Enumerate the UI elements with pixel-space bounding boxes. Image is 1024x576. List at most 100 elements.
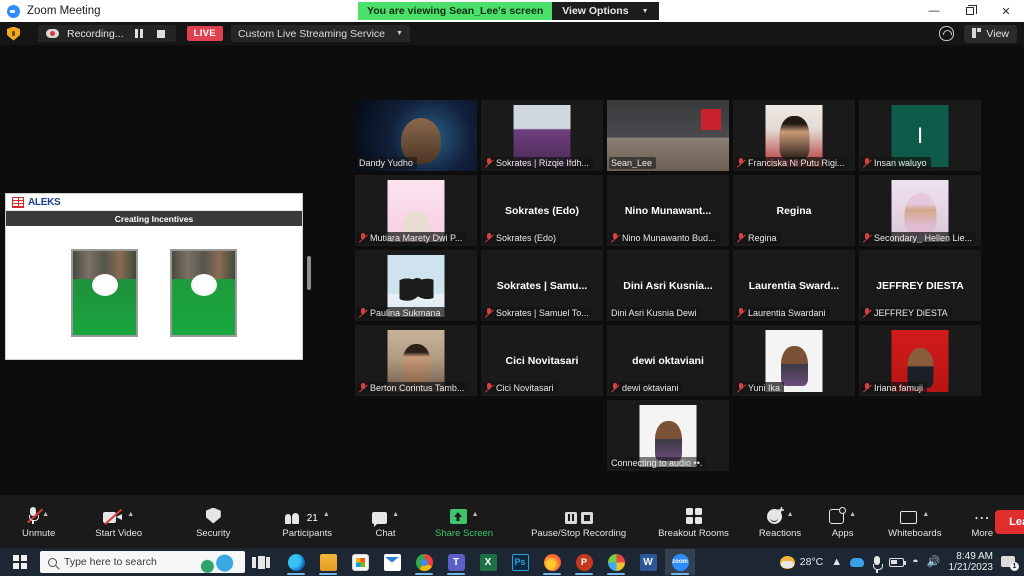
taskbar-app-mail[interactable] bbox=[377, 549, 407, 575]
breakout-rooms-button[interactable]: Breakout Rooms bbox=[656, 505, 731, 539]
participant-name-label: Franciska Ni Putu Rigi... bbox=[735, 157, 849, 169]
view-options-dropdown[interactable]: View Options ▼ bbox=[552, 2, 659, 20]
start-button[interactable] bbox=[0, 555, 40, 569]
live-stream-selector[interactable]: Custom Live Streaming Service ▼ bbox=[230, 25, 410, 42]
participant-name-label: Sean_Lee bbox=[609, 157, 657, 169]
more-button[interactable]: ⋯ More bbox=[969, 505, 995, 539]
maximize-button[interactable] bbox=[952, 0, 988, 22]
taskbar-app-store[interactable] bbox=[345, 549, 375, 575]
apps-button[interactable]: ▲ Apps bbox=[827, 505, 858, 539]
taskbar-app-chrome[interactable] bbox=[409, 549, 439, 575]
participant-tile[interactable]: Sokrates | Rizqie Ifdh... bbox=[481, 100, 603, 171]
taskbar-app-paint[interactable] bbox=[601, 549, 631, 575]
participant-name-label: Regina bbox=[735, 232, 781, 244]
taskbar-app-file-explorer[interactable] bbox=[313, 549, 343, 575]
close-button[interactable]: ✕ bbox=[988, 0, 1024, 22]
whiteboards-chevron-icon[interactable]: ▲ bbox=[922, 511, 929, 518]
participant-name-label: Paulina Sukmana bbox=[357, 307, 445, 319]
minimize-button[interactable]: — bbox=[916, 0, 952, 22]
clock-time: 8:49 AM bbox=[956, 551, 993, 562]
participant-tile[interactable]: Berton Corintus Tamb... bbox=[355, 325, 477, 396]
battery-icon[interactable] bbox=[889, 557, 907, 567]
participant-tile[interactable]: Regina Regina bbox=[733, 175, 855, 246]
paint-icon bbox=[607, 553, 625, 571]
participant-tile[interactable]: Franciska Ni Putu Rigi... bbox=[733, 100, 855, 171]
start-video-button[interactable]: ▲ Start Video bbox=[93, 505, 144, 539]
video-options-chevron-icon[interactable]: ▲ bbox=[127, 511, 134, 518]
shield-icon bbox=[205, 507, 221, 524]
whiteboards-button[interactable]: ▲ Whiteboards bbox=[886, 505, 943, 539]
taskbar-app-photoshop[interactable]: Ps bbox=[505, 549, 535, 575]
leave-button[interactable]: Leave bbox=[995, 509, 1024, 534]
reactions-button[interactable]: ✚ ▲ Reactions bbox=[757, 505, 803, 539]
taskbar-app-teams[interactable]: T bbox=[441, 549, 471, 575]
participant-tile[interactable]: Yuni Ika bbox=[733, 325, 855, 396]
volume-icon[interactable]: 🔊 bbox=[927, 556, 941, 568]
taskbar-app-word[interactable]: W bbox=[633, 549, 663, 575]
show-hidden-icons-chevron-icon[interactable]: ▲ bbox=[831, 556, 842, 568]
shared-screen-scrollbar[interactable] bbox=[307, 256, 311, 290]
participants-button[interactable]: 21 ▲ Participants bbox=[280, 505, 334, 539]
onedrive-icon[interactable] bbox=[850, 557, 865, 567]
microphone-tray-icon[interactable] bbox=[872, 555, 883, 573]
participant-name-text: Sean_Lee bbox=[611, 158, 653, 168]
participant-tile[interactable]: dewi oktaviani dewi oktaviani bbox=[607, 325, 729, 396]
encryption-shield-icon[interactable] bbox=[7, 26, 20, 41]
participant-tile[interactable]: Sokrates (Edo) Sokrates (Edo) bbox=[481, 175, 603, 246]
notification-center-button[interactable]: 1 bbox=[1001, 555, 1019, 571]
stop-recording-button[interactable] bbox=[154, 29, 168, 38]
participant-tile[interactable]: Mutiara Marety Dwi P... bbox=[355, 175, 477, 246]
participant-tile[interactable]: I Insan waluyo bbox=[859, 100, 981, 171]
taskbar-app-edge[interactable] bbox=[281, 549, 311, 575]
live-stream-label: Custom Live Streaming Service bbox=[237, 27, 386, 40]
live-badge: LIVE bbox=[186, 26, 223, 41]
participants-chevron-icon[interactable]: ▲ bbox=[323, 511, 330, 518]
network-quality-icon[interactable] bbox=[938, 26, 954, 41]
shared-screen-content[interactable]: ALEKS Creating Incentives bbox=[5, 193, 311, 360]
share-screen-button[interactable]: ▲ Share Screen bbox=[433, 505, 495, 539]
wifi-icon[interactable]: ◓ bbox=[912, 556, 919, 568]
view-layout-button[interactable]: View bbox=[963, 24, 1017, 43]
pause-recording-button[interactable] bbox=[132, 29, 146, 38]
reactions-chevron-icon[interactable]: ▲ bbox=[787, 511, 794, 518]
taskbar-app-firefox[interactable] bbox=[537, 549, 567, 575]
aleks-logo-icon bbox=[12, 196, 24, 208]
participant-tile[interactable]: Sean_Lee bbox=[607, 100, 729, 171]
microphone-muted-icon bbox=[737, 383, 745, 393]
participant-tile[interactable]: Dini Asri Kusnia... Dini Asri Kusnia Dewi bbox=[607, 250, 729, 321]
participant-name-label: Connecting to audio ••. bbox=[609, 457, 707, 469]
mail-icon bbox=[383, 553, 401, 571]
windows-taskbar: Type here to search T X Ps P W zoom 28°C bbox=[0, 548, 1024, 576]
participant-tile[interactable]: Secondary_ Hellen Lie... bbox=[859, 175, 981, 246]
taskbar-app-excel[interactable]: X bbox=[473, 549, 503, 575]
task-view-button[interactable] bbox=[245, 555, 277, 569]
participant-tile[interactable]: Iriana famuji bbox=[859, 325, 981, 396]
clock[interactable]: 8:49 AM 1/21/2023 bbox=[949, 551, 994, 573]
taskbar-app-zoom[interactable]: zoom bbox=[665, 549, 695, 575]
security-button[interactable]: Security bbox=[194, 505, 232, 539]
participant-tile[interactable]: JEFFREY DIESTA JEFFREY DiESTA bbox=[859, 250, 981, 321]
recording-status-group: Recording... bbox=[38, 25, 176, 42]
weather-widget[interactable]: 28°C bbox=[779, 555, 823, 569]
weather-icon bbox=[779, 555, 795, 569]
participant-tile[interactable]: Sokrates | Samu... Sokrates | Samuel To..… bbox=[481, 250, 603, 321]
apps-chevron-icon[interactable]: ▲ bbox=[849, 511, 856, 518]
audio-options-chevron-icon[interactable]: ▲ bbox=[42, 511, 49, 518]
participant-tile[interactable]: Dandy Yudho bbox=[355, 100, 477, 171]
taskbar-search-input[interactable]: Type here to search bbox=[40, 551, 245, 573]
participant-tile[interactable]: Connecting to audio ••. bbox=[607, 400, 729, 471]
participant-name-text: Nino Munawanto Bud... bbox=[622, 233, 716, 243]
chat-button[interactable]: ▲ Chat bbox=[370, 505, 401, 539]
participant-tile[interactable]: Paulina Sukmana bbox=[355, 250, 477, 321]
participant-tile[interactable]: Nino Munawant... Nino Munawanto Bud... bbox=[607, 175, 729, 246]
pause-stop-recording-button[interactable]: Pause/Stop Recording bbox=[529, 505, 628, 539]
word-icon: W bbox=[639, 553, 657, 571]
participant-tile[interactable]: Cici Novitasari Cici Novitasari bbox=[481, 325, 603, 396]
chat-chevron-icon[interactable]: ▲ bbox=[392, 511, 399, 518]
microphone-muted-icon bbox=[359, 308, 367, 318]
participant-tile[interactable]: Laurentia Sward... Laurentia Swardani bbox=[733, 250, 855, 321]
unmute-button[interactable]: ▲ Unmute bbox=[20, 505, 57, 539]
folder-icon bbox=[319, 553, 337, 571]
share-chevron-icon[interactable]: ▲ bbox=[472, 511, 479, 518]
taskbar-app-powerpoint[interactable]: P bbox=[569, 549, 599, 575]
